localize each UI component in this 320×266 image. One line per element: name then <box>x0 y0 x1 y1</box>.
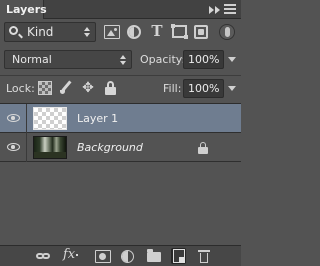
blend-mode-value: Normal <box>12 53 52 66</box>
panel-tab-strip: Layers <box>0 0 241 19</box>
fill-label: Fill: <box>163 82 182 95</box>
opacity-input[interactable]: 100% <box>183 50 224 69</box>
image-filter-icon[interactable] <box>104 25 120 39</box>
tab-layers[interactable]: Layers <box>0 0 47 19</box>
opacity-label: Opacity: <box>140 53 186 66</box>
layer-row-layer-1[interactable]: Layer 1 <box>0 104 241 133</box>
lock-transparent-pixels-icon[interactable] <box>38 81 52 95</box>
layer-thumbnail <box>33 107 67 130</box>
shape-filter-icon[interactable] <box>171 24 188 39</box>
fx-label: fx <box>63 247 76 262</box>
layer-row-background[interactable]: Background <box>0 133 241 162</box>
new-group-folder-icon[interactable] <box>147 249 161 262</box>
opacity-dropdown-arrow-icon[interactable] <box>228 57 236 62</box>
eye-icon <box>7 143 20 151</box>
layer-thumbnail <box>33 136 67 159</box>
updown-arrows-icon <box>120 55 127 66</box>
updown-arrows-icon <box>84 27 91 38</box>
hamburger-menu-icon[interactable] <box>224 4 236 15</box>
lock-position-icon[interactable]: ✥ <box>81 81 95 95</box>
filter-toggle-icon[interactable] <box>219 24 235 40</box>
double-chevron-right-icon[interactable] <box>209 4 221 14</box>
lock-label: Lock: <box>6 82 35 95</box>
layers-toolbar: fx <box>0 245 241 266</box>
lock-all-icon[interactable] <box>104 81 118 95</box>
layer-name: Layer 1 <box>77 112 119 125</box>
fill-input[interactable]: 100% <box>183 79 224 98</box>
fx-icon[interactable]: fx <box>63 247 85 262</box>
smart-object-filter-icon[interactable] <box>194 25 208 39</box>
adjustment-layer-icon[interactable] <box>121 250 134 263</box>
eye-icon <box>7 114 20 122</box>
divider <box>0 75 241 76</box>
blend-mode-select[interactable]: Normal <box>4 50 132 69</box>
layer-mask-icon[interactable] <box>95 250 111 263</box>
new-layer-icon[interactable] <box>171 248 186 264</box>
lock-icon <box>198 142 208 154</box>
fill-dropdown-arrow-icon[interactable] <box>228 86 236 91</box>
trash-icon[interactable] <box>198 250 210 263</box>
adjustment-filter-icon[interactable] <box>127 25 141 39</box>
layers-list: Layer 1 Background <box>0 103 241 245</box>
filter-kind-select[interactable]: Kind <box>4 22 96 42</box>
visibility-toggle[interactable] <box>0 133 27 162</box>
lock-image-pixels-icon[interactable] <box>59 81 73 95</box>
visibility-toggle[interactable] <box>0 104 27 133</box>
link-layers-icon[interactable] <box>36 250 52 263</box>
filter-kind-label: Kind <box>27 25 54 39</box>
type-filter-icon[interactable]: T <box>149 22 165 40</box>
layer-name: Background <box>77 141 143 154</box>
search-icon <box>9 26 18 35</box>
